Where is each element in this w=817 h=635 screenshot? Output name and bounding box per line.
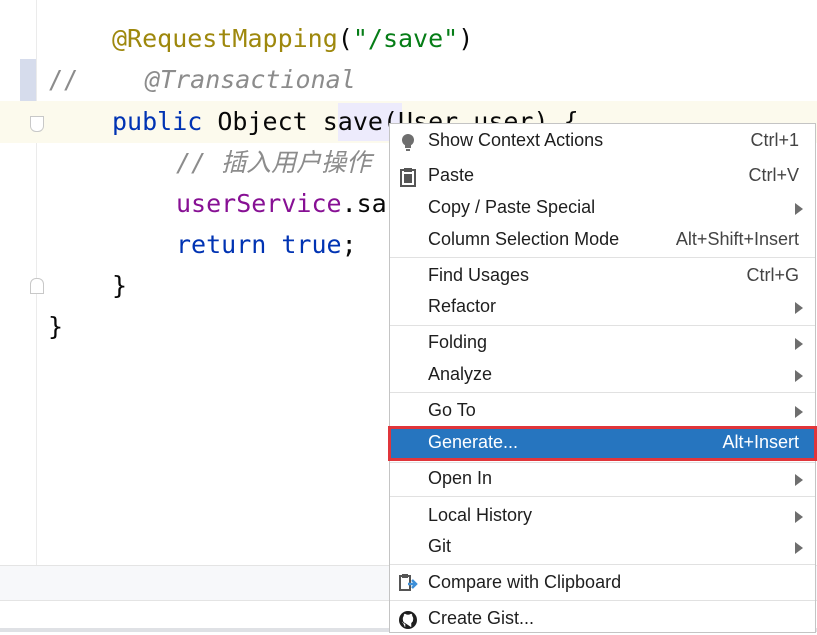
code-line-6: return true; <box>176 230 357 259</box>
menu-item-refactor[interactable]: Refactor <box>390 292 815 323</box>
submenu-arrow-icon <box>795 203 803 215</box>
submenu-arrow-icon <box>795 474 803 486</box>
menu-separator <box>390 257 815 258</box>
menu-separator <box>390 392 815 393</box>
clipboard-icon <box>400 168 416 187</box>
menu-item-label: Local History <box>428 505 533 525</box>
code-line-2-annotation: @Transactional <box>145 65 356 94</box>
menu-item-shortcut: Ctrl+1 <box>750 130 799 150</box>
menu-item-label: Refactor <box>428 296 497 316</box>
menu-item-paste[interactable]: Paste Ctrl+V <box>390 161 815 192</box>
code-line-1: @RequestMapping("/save") <box>112 24 474 53</box>
menu-item-analyze[interactable]: Analyze <box>390 360 815 391</box>
menu-item-label: Folding <box>428 332 488 352</box>
fold-start-icon[interactable] <box>30 116 44 132</box>
menu-item-shortcut: Alt+Shift+Insert <box>675 229 799 249</box>
menu-item-show-context-actions[interactable]: Show Context Actions Ctrl+1 <box>390 126 815 157</box>
submenu-arrow-icon <box>795 370 803 382</box>
menu-item-create-gist[interactable]: Create Gist... <box>390 604 815 635</box>
menu-separator <box>390 325 815 326</box>
github-icon <box>399 611 417 629</box>
menu-item-go-to[interactable]: Go To <box>390 396 815 427</box>
menu-separator <box>390 600 815 601</box>
menu-item-label: Column Selection Mode <box>428 229 620 249</box>
menu-item-folding[interactable]: Folding <box>390 328 815 359</box>
code-line-7: } <box>112 271 128 300</box>
menu-item-label: Paste <box>428 165 475 185</box>
menu-item-local-history[interactable]: Local History <box>390 501 815 532</box>
commented-line-marker <box>20 59 36 101</box>
menu-item-label: Compare with Clipboard <box>428 572 622 592</box>
context-menu: Show Context Actions Ctrl+1 Paste Ctrl+V… <box>388 123 817 635</box>
menu-item-shortcut: Ctrl+V <box>748 165 799 185</box>
menu-item-label: Go To <box>428 400 476 420</box>
menu-separator <box>390 496 815 497</box>
menu-item-label: Git <box>428 536 452 556</box>
menu-item-copy-paste-special[interactable]: Copy / Paste Special <box>390 193 815 224</box>
menu-item-generate[interactable]: Generate... Alt+Insert <box>388 426 817 461</box>
menu-item-shortcut: Ctrl+G <box>746 265 799 285</box>
submenu-arrow-icon <box>795 511 803 523</box>
fold-end-icon[interactable] <box>30 278 44 294</box>
menu-item-find-usages[interactable]: Find Usages Ctrl+G <box>390 261 815 292</box>
menu-item-label: Generate... <box>428 432 519 452</box>
submenu-arrow-icon <box>795 338 803 350</box>
compare-icon <box>399 574 418 591</box>
menu-item-column-selection-mode[interactable]: Column Selection Mode Alt+Shift+Insert <box>390 225 815 256</box>
submenu-arrow-icon <box>795 302 803 314</box>
menu-separator <box>390 462 815 463</box>
code-line-5: userService.sa <box>176 189 387 218</box>
menu-item-label: Create Gist... <box>428 608 535 628</box>
menu-item-shortcut: Alt+Insert <box>722 432 799 452</box>
menu-item-label: Analyze <box>428 364 493 384</box>
menu-separator <box>390 564 815 565</box>
lightbulb-icon <box>402 134 414 151</box>
menu-item-label: Copy / Paste Special <box>428 197 596 217</box>
code-line-8: } <box>48 312 64 341</box>
code-line-2: // <box>48 65 79 94</box>
menu-item-label: Show Context Actions <box>428 130 604 150</box>
submenu-arrow-icon <box>795 406 803 418</box>
menu-item-open-in[interactable]: Open In <box>390 464 815 495</box>
menu-item-compare-with-clipboard[interactable]: Compare with Clipboard <box>390 568 815 599</box>
submenu-arrow-icon <box>795 542 803 554</box>
menu-item-label: Find Usages <box>428 265 530 285</box>
code-line-4: // 插入用户操作 <box>176 148 372 177</box>
menu-item-label: Open In <box>428 468 493 488</box>
menu-item-git[interactable]: Git <box>390 532 815 563</box>
